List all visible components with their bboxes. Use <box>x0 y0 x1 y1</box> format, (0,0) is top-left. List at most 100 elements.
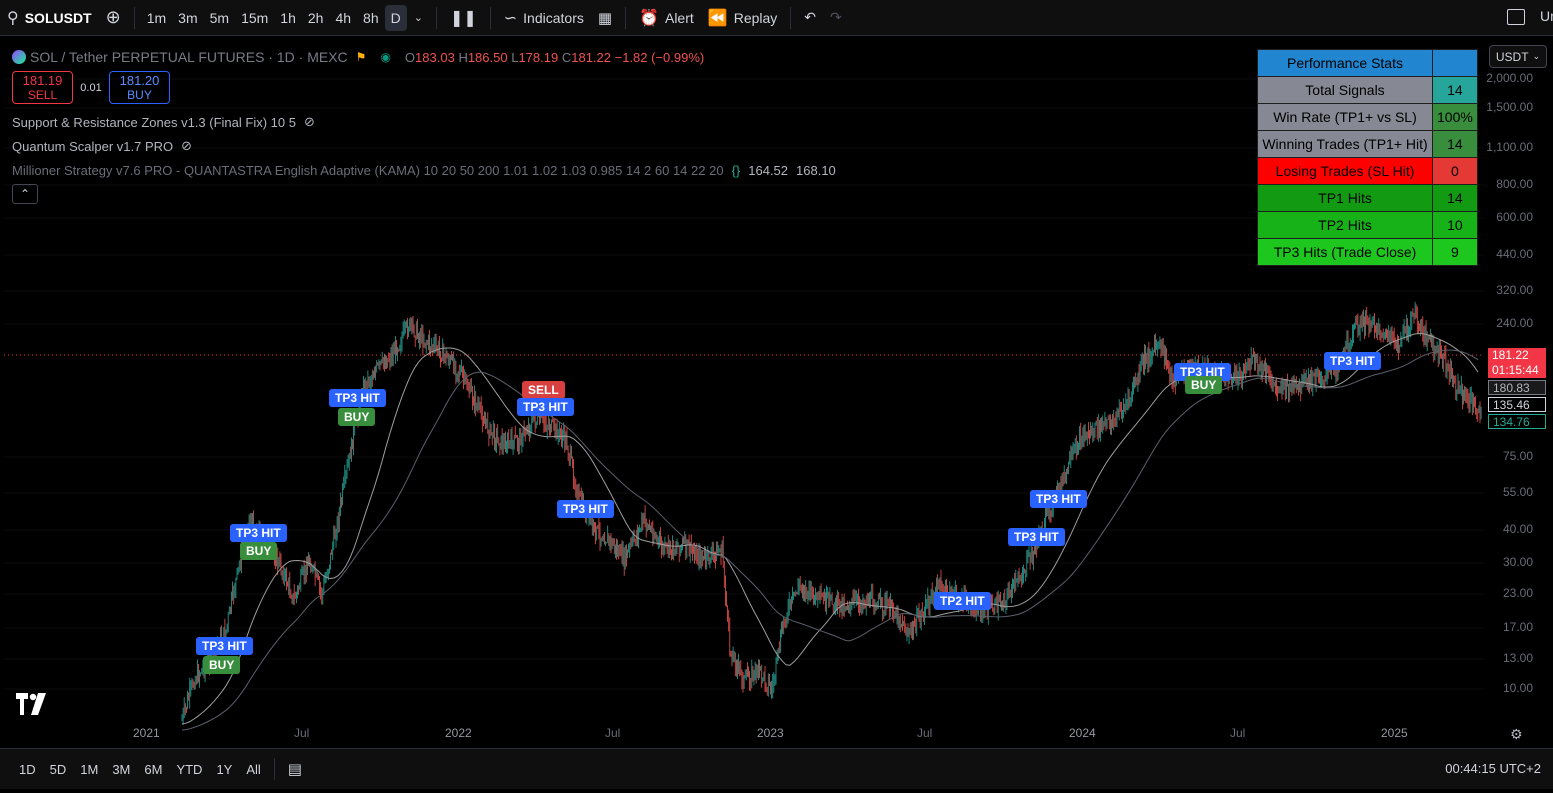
time-axis-label: 2022 <box>445 726 472 740</box>
timeframe-4h[interactable]: 4h <box>329 0 357 36</box>
stats-header-row: Performance Stats <box>1257 49 1478 77</box>
signal-label-buy[interactable]: BUY <box>1185 376 1223 394</box>
market-open-icon: ◉ <box>380 50 391 64</box>
signal-label-buy[interactable]: BUY <box>338 408 376 426</box>
hidden-eye-icon[interactable]: ⊘ <box>304 114 315 130</box>
undo-button[interactable]: ↶ <box>797 0 823 36</box>
bottom-toolbar: 1D 5D 1M 3M 6M YTD 1Y All ▤ 00:44:15 UTC… <box>0 748 1553 789</box>
price-axis-label: 23.00 <box>1502 586 1533 600</box>
grid-icon: ▦ <box>597 9 613 27</box>
alert-button[interactable]: ⏰ Alert <box>632 0 701 36</box>
timeframe-1h[interactable]: 1h <box>274 0 302 36</box>
stats-value: 10 <box>1432 211 1478 239</box>
current-price-tag: 181.22 <box>1488 348 1546 363</box>
price-axis-label: 40.00 <box>1502 522 1533 536</box>
replay-label: Replay <box>733 9 778 26</box>
ohlc-values: O183.03 H186.50 L178.19 C181.22 −1.82 (−… <box>404 49 705 65</box>
signal-label-tp[interactable]: TP3 HIT <box>230 524 287 542</box>
chart-type-button[interactable]: ❚❚ <box>443 0 484 36</box>
toolbar-divider <box>273 758 275 780</box>
signal-label-tp[interactable]: TP3 HIT <box>1030 490 1087 508</box>
sell-button[interactable]: 181.19 SELL <box>12 71 73 104</box>
range-3m[interactable]: 3M <box>105 762 137 777</box>
indicators-button[interactable]: ∽ Indicators <box>497 0 591 36</box>
stats-header-value <box>1432 49 1478 77</box>
timeframe-15m[interactable]: 15m <box>235 0 274 36</box>
signal-label-tp[interactable]: TP3 HIT <box>329 389 386 407</box>
candlestick-series <box>181 301 1482 725</box>
collapse-legend-button[interactable]: ⌃ <box>12 184 38 204</box>
candles-icon: ❚❚ <box>449 9 477 27</box>
stats-row: Win Rate (TP1+ vs SL) 100% <box>1257 103 1478 131</box>
range-ytd[interactable]: YTD <box>169 762 209 777</box>
buy-button[interactable]: 181.20 BUY <box>109 71 170 104</box>
tradingview-logo-icon[interactable] <box>14 689 48 719</box>
timeframe-d[interactable]: D <box>384 4 407 31</box>
range-1y[interactable]: 1Y <box>209 762 239 777</box>
currency-selector[interactable]: USDT ⌄ <box>1489 45 1547 68</box>
toolbar-divider <box>790 6 792 29</box>
stats-value: 14 <box>1432 130 1478 158</box>
range-1m[interactable]: 1M <box>73 762 105 777</box>
time-axis-label: Jul <box>294 726 310 740</box>
signal-label-tp[interactable]: TP2 HIT <box>934 592 991 610</box>
timeframe-3m[interactable]: 3m <box>172 0 203 36</box>
timeframe-5m[interactable]: 5m <box>204 0 235 36</box>
indicator-quantum-scalper[interactable]: Quantum Scalper v1.7 PRO ⊘ <box>12 134 836 158</box>
stats-value: 9 <box>1432 238 1478 266</box>
redo-button[interactable]: ↷ <box>823 0 849 36</box>
timeframe-8h[interactable]: 8h <box>357 0 385 36</box>
clock-timezone[interactable]: 00:44:15 UTC+2 <box>1445 761 1541 776</box>
date-range-button[interactable]: ▤ <box>281 760 309 778</box>
range-all[interactable]: All <box>239 762 267 777</box>
price-axis-label: 600.00 <box>1496 210 1533 224</box>
buy-sell-buttons: 181.19 SELL 0.01 181.20 BUY <box>12 71 836 104</box>
settings-gear-icon[interactable]: ⚙ <box>1510 726 1523 743</box>
price-axis-label: 440.00 <box>1496 247 1533 261</box>
indicators-label: Indicators <box>523 9 584 26</box>
price-axis[interactable]: 2,000.00 1,500.00 1,100.00 800.00 600.00 440.… <box>1484 40 1549 745</box>
unnamed-cut-label[interactable]: Un <box>1540 8 1553 24</box>
timeframe-2h[interactable]: 2h <box>302 0 330 36</box>
price-axis-label: 10.00 <box>1502 681 1533 695</box>
signal-label-buy[interactable]: BUY <box>203 656 241 674</box>
price-axis-label: 75.00 <box>1502 449 1533 463</box>
layouts-button[interactable]: ▦ <box>591 0 619 36</box>
time-axis-label: Jul <box>1230 726 1246 740</box>
hidden-eye-icon[interactable]: ⊘ <box>181 138 192 154</box>
time-axis[interactable]: 2021 Jul 2022 Jul 2023 Jul 2024 Jul 2025 <box>0 724 1484 744</box>
signal-label-tp[interactable]: TP3 HIT <box>196 637 253 655</box>
stats-row: Total Signals 14 <box>1257 76 1478 104</box>
signal-label-tp[interactable]: TP3 HIT <box>1324 352 1381 370</box>
moving-average-line <box>181 349 1479 731</box>
price-axis-label: 55.00 <box>1502 485 1533 499</box>
timeframe-dropdown[interactable]: ⌄ <box>407 0 430 36</box>
range-6m[interactable]: 6M <box>137 762 169 777</box>
signal-label-buy[interactable]: BUY <box>240 542 278 560</box>
signal-label-sell[interactable]: SELL <box>522 381 565 399</box>
signal-label-tp[interactable]: TP3 HIT <box>557 500 614 518</box>
indicator-millioner-strategy[interactable]: Millioner Strategy v7.6 PRO - QUANTASTRA… <box>12 158 836 182</box>
stats-value: 14 <box>1432 76 1478 104</box>
indicator-price-tag: 134.76 <box>1488 414 1546 429</box>
indicator-price-tag: 135.46 <box>1488 397 1546 412</box>
range-5d[interactable]: 5D <box>43 762 74 777</box>
timeframe-1m[interactable]: 1m <box>141 0 172 36</box>
fullscreen-icon[interactable] <box>1507 9 1525 25</box>
spread-value: 0.01 <box>80 81 102 94</box>
symbol-description[interactable]: SOL / Tether PERPETUAL FUTURES · 1D · ME… <box>30 49 348 65</box>
alert-label: Alert <box>664 9 694 26</box>
indicator-sr-zones[interactable]: Support & Resistance Zones v1.3 (Final F… <box>12 110 836 134</box>
toolbar-divider <box>133 6 135 29</box>
stats-row: TP3 Hits (Trade Close) 9 <box>1257 238 1478 266</box>
price-axis-label: 1,100.00 <box>1486 140 1533 154</box>
stats-header-label: Performance Stats <box>1257 49 1433 77</box>
range-1d[interactable]: 1D <box>12 762 43 777</box>
signal-label-tp[interactable]: TP3 HIT <box>517 398 574 416</box>
compare-button[interactable]: ⊕ <box>99 0 128 36</box>
stats-row: TP2 Hits 10 <box>1257 211 1478 239</box>
code-braces-icon[interactable]: {} <box>732 163 741 178</box>
replay-button[interactable]: ⏪ Replay <box>701 0 785 36</box>
symbol-search[interactable]: ⚲ SOLUSDT <box>0 0 99 36</box>
signal-label-tp[interactable]: TP3 HIT <box>1008 528 1065 546</box>
